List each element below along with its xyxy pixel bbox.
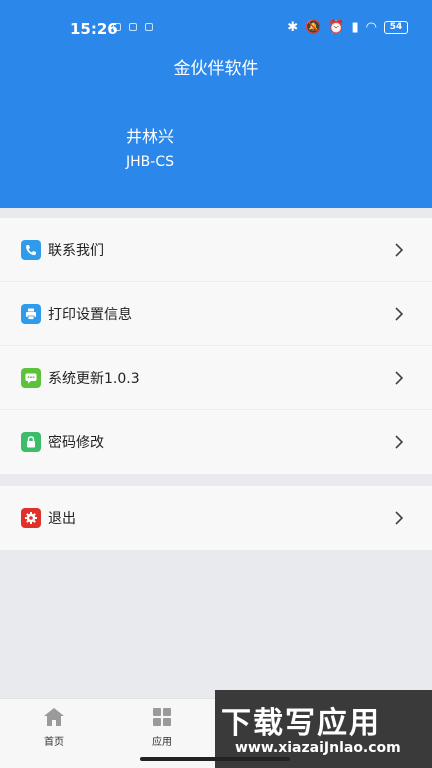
menu-item-change-password[interactable]: 密码修改 xyxy=(0,410,432,474)
tab-apps[interactable]: 应用 xyxy=(132,707,192,748)
settings-menu: 联系我们 打印设置信息 系统更新1.0.3 密码修改 xyxy=(0,218,432,474)
menu-label: 系统更新1.0.3 xyxy=(48,370,140,387)
lock-icon xyxy=(21,432,41,452)
menu-item-logout[interactable]: 退出 xyxy=(0,486,432,550)
chevron-right-icon xyxy=(395,242,404,257)
menu-item-contact[interactable]: 联系我们 xyxy=(0,218,432,282)
notification-icon xyxy=(129,23,137,31)
chevron-right-icon xyxy=(395,370,404,385)
grid-icon xyxy=(153,708,171,726)
status-icons: ✱ 🔕 ⏰ ▮ ◠ 54 xyxy=(287,20,408,35)
menu-label: 联系我们 xyxy=(48,242,104,259)
menu-item-system-update[interactable]: 系统更新1.0.3 xyxy=(0,346,432,410)
menu-item-print-settings[interactable]: 打印设置信息 xyxy=(0,282,432,346)
wifi-icon: ◠ xyxy=(365,20,377,35)
chevron-right-icon xyxy=(395,306,404,321)
tab-home[interactable]: 首页 xyxy=(24,707,84,748)
page-title: 金伙伴软件 xyxy=(173,59,259,79)
user-code: JHB-CS xyxy=(126,154,174,170)
tab-label: 应用 xyxy=(152,737,172,748)
bluetooth-icon: ✱ xyxy=(287,20,299,35)
printer-icon xyxy=(21,303,41,324)
home-indicator xyxy=(140,757,290,761)
mute-icon: 🔕 xyxy=(305,20,322,35)
user-name: 井林兴 xyxy=(126,127,175,146)
signal-icon: ▮ xyxy=(351,20,359,35)
chevron-right-icon xyxy=(395,435,404,449)
notification-icons xyxy=(113,23,153,31)
phone-icon xyxy=(21,239,41,260)
notification-icon xyxy=(145,23,153,31)
gear-icon xyxy=(21,508,41,528)
watermark-title: 下载写应用 xyxy=(221,706,381,741)
logout-menu: 退出 xyxy=(0,486,432,550)
status-bar: 15:26 ✱ 🔕 ⏰ ▮ ◠ 54 xyxy=(0,14,432,46)
status-time: 15:26 xyxy=(70,20,118,38)
message-icon xyxy=(21,367,41,388)
watermark-url: www.xiazaiJnlao.com xyxy=(235,740,401,756)
tab-label: 首页 xyxy=(44,737,64,748)
home-icon xyxy=(44,708,64,726)
notification-icon xyxy=(113,23,121,31)
profile-header: 15:26 ✱ 🔕 ⏰ ▮ ◠ 54 金伙伴软件 井林兴 JHB-CS xyxy=(0,0,432,208)
battery-icon: 54 xyxy=(384,21,408,34)
menu-label: 密码修改 xyxy=(48,435,104,451)
alarm-icon: ⏰ xyxy=(328,20,345,35)
chevron-right-icon xyxy=(395,511,404,525)
menu-label: 打印设置信息 xyxy=(48,306,132,323)
menu-label: 退出 xyxy=(48,511,76,527)
